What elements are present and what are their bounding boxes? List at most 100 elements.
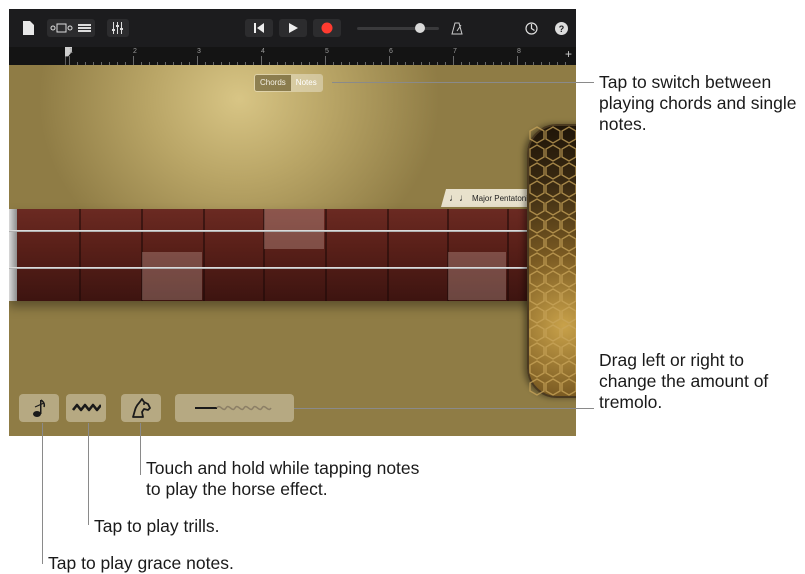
ruler-tick xyxy=(405,62,406,65)
ruler-tick xyxy=(445,62,446,65)
ruler-tick xyxy=(325,56,326,65)
ruler-tick xyxy=(173,62,174,65)
string[interactable] xyxy=(9,267,576,269)
ruler-tick xyxy=(109,62,110,65)
app-screen: ? 1 2 3 4 5 6 7 8 + Chords Notes ♩♩ Majo… xyxy=(9,9,576,436)
metronome-icon[interactable] xyxy=(450,21,464,35)
ruler-tick xyxy=(101,62,102,65)
ruler-number: 7 xyxy=(453,48,457,55)
volume-slider[interactable] xyxy=(357,23,439,33)
instrument-body xyxy=(527,124,576,398)
ruler-tick xyxy=(365,62,366,65)
ruler-tick xyxy=(93,62,94,65)
ruler-number: 5 xyxy=(325,48,329,55)
ruler-number: 8 xyxy=(517,48,521,55)
ruler-tick xyxy=(157,62,158,65)
ruler-tick xyxy=(69,56,70,65)
ruler-tick xyxy=(541,62,542,65)
ruler-tick xyxy=(517,56,518,65)
ruler-tick xyxy=(253,62,254,65)
ruler-tick xyxy=(413,62,414,65)
ruler-tick xyxy=(421,62,422,65)
fret xyxy=(387,209,389,301)
ruler-tick xyxy=(85,62,86,65)
volume-slider-knob[interactable] xyxy=(415,23,425,33)
grace-note-button[interactable] xyxy=(19,394,59,422)
trill-button[interactable] xyxy=(66,394,106,422)
toolbar: ? xyxy=(9,9,576,47)
ruler-tick xyxy=(269,62,270,65)
horse-effect-button[interactable] xyxy=(121,394,161,422)
fret xyxy=(79,209,81,301)
ruler-tick xyxy=(133,56,134,65)
callout-line-trills xyxy=(88,423,89,525)
ruler-tick xyxy=(349,62,350,65)
notes-button[interactable]: Notes xyxy=(290,75,322,91)
ruler-tick xyxy=(309,62,310,65)
ruler-number: 4 xyxy=(261,48,265,55)
chords-notes-switch[interactable]: Chords Notes xyxy=(254,74,323,92)
timeline-ruler[interactable]: 1 2 3 4 5 6 7 8 + xyxy=(9,46,576,65)
play-icon[interactable] xyxy=(279,19,307,37)
record-icon[interactable] xyxy=(313,19,341,37)
ruler-tick xyxy=(317,62,318,65)
callout-line-grace xyxy=(42,423,43,564)
callout-switch: Tap to switch between playing chords and… xyxy=(599,72,797,134)
ruler-tick xyxy=(381,62,382,65)
callout-line-horse xyxy=(140,423,141,475)
fret xyxy=(507,209,509,301)
music-note-icon: ♩♩ xyxy=(449,192,469,204)
add-section-icon[interactable]: + xyxy=(565,47,572,61)
mixer-icon[interactable] xyxy=(107,19,129,37)
view-toggle-icon[interactable] xyxy=(47,19,95,37)
ruler-tick xyxy=(261,56,262,65)
rewind-icon[interactable] xyxy=(245,19,273,37)
horse-icon xyxy=(132,398,151,418)
ruler-number: 6 xyxy=(389,48,393,55)
tremolo-slider[interactable] xyxy=(175,394,294,422)
callout-grace: Tap to play grace notes. xyxy=(48,553,234,573)
ruler-tick xyxy=(237,62,238,65)
ruler-tick xyxy=(565,62,566,65)
scale-selector[interactable]: ♩♩ Major Pentatonic xyxy=(441,189,533,207)
settings-icon[interactable] xyxy=(524,21,538,35)
ruler-tick xyxy=(357,62,358,65)
ruler-tick xyxy=(77,62,78,65)
ruler-tick xyxy=(189,62,190,65)
ruler-tick xyxy=(501,62,502,65)
ruler-tick xyxy=(205,62,206,65)
trill-icon xyxy=(71,403,101,412)
ruler-tick xyxy=(493,62,494,65)
ruler-tick xyxy=(301,62,302,65)
callout-horse: Touch and hold while tapping notes to pl… xyxy=(146,458,420,499)
ruler-number: 3 xyxy=(197,48,201,55)
document-icon[interactable] xyxy=(21,21,35,35)
fret xyxy=(203,209,205,301)
grace-note-icon xyxy=(33,399,46,417)
help-icon[interactable]: ? xyxy=(554,21,568,35)
ruler-tick xyxy=(373,62,374,65)
ruler-tick xyxy=(533,62,534,65)
callout-line-switch xyxy=(332,82,594,83)
ruler-tick xyxy=(557,62,558,65)
ruler-tick xyxy=(477,62,478,65)
ruler-tick xyxy=(117,62,118,65)
ruler-tick xyxy=(509,62,510,65)
ruler-tick xyxy=(165,62,166,65)
ruler-tick xyxy=(229,62,230,65)
callout-line-tremolo xyxy=(294,408,594,409)
ruler-tick xyxy=(149,62,150,65)
ruler-tick xyxy=(389,56,390,65)
ruler-tick xyxy=(461,62,462,65)
tremolo-icon xyxy=(194,405,272,411)
string[interactable] xyxy=(9,230,576,232)
chords-button[interactable]: Chords xyxy=(255,75,291,91)
fret xyxy=(325,209,327,301)
note-highlight xyxy=(264,209,324,249)
scale-label: Major Pentatonic xyxy=(472,193,533,203)
ruler-tick xyxy=(549,62,550,65)
note-highlight xyxy=(142,252,202,300)
nut xyxy=(9,209,17,301)
ruler-tick xyxy=(437,62,438,65)
ruler-tick xyxy=(181,62,182,65)
